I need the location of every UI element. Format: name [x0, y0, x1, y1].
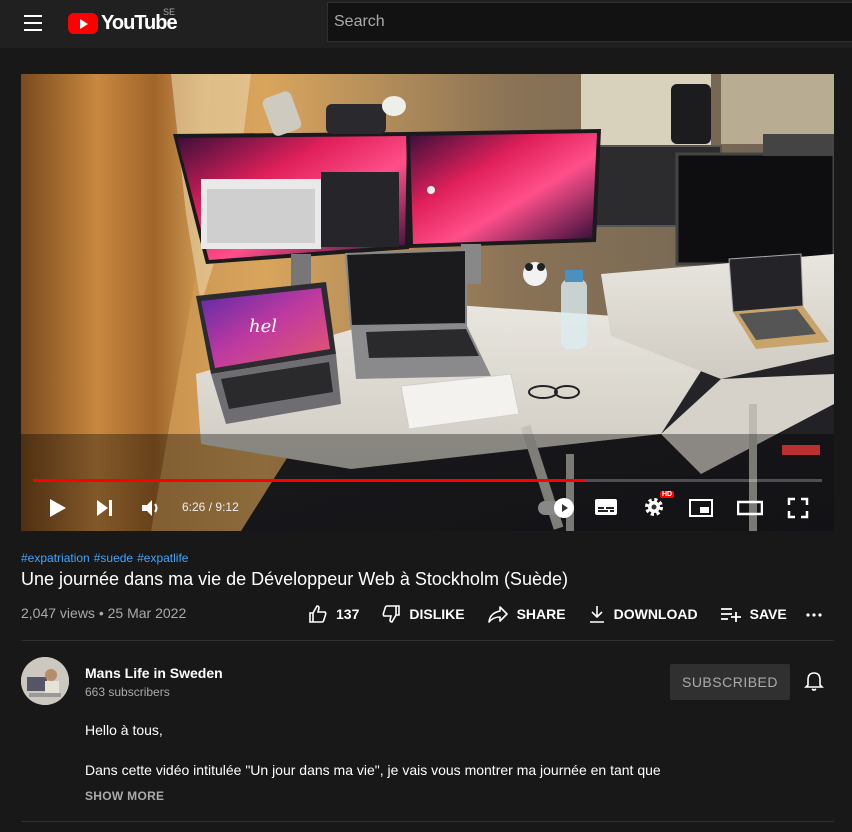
meta-separator: • [98, 605, 104, 621]
laptop-screen-text: hel [249, 316, 277, 337]
download-icon [589, 606, 604, 623]
play-button[interactable] [49, 498, 67, 523]
dislike-label: DISLIKE [409, 606, 465, 622]
channel-avatar[interactable] [21, 657, 69, 705]
like-count: 137 [336, 606, 360, 622]
bell-icon [804, 672, 824, 691]
hashtag-list: #expatriation #suede #expatlife [21, 551, 192, 565]
save-button[interactable]: SAVE [720, 604, 787, 624]
progress-bar-played [33, 479, 585, 482]
video-title: Une journée dans ma vie de Développeur W… [21, 569, 568, 589]
download-label: DOWNLOAD [613, 606, 698, 622]
hashtag-link[interactable]: #expatriation [21, 551, 90, 565]
divider [21, 640, 834, 641]
view-count: 2,047 views [21, 605, 95, 621]
volume-icon [142, 500, 158, 516]
search-input[interactable]: Search [327, 2, 852, 42]
play-icon [50, 499, 66, 517]
settings-button[interactable] [643, 496, 665, 523]
subtitles-button[interactable] [594, 497, 618, 522]
share-label: SHARE [516, 606, 566, 622]
more-horizontal-icon [806, 613, 822, 617]
video-meta: 2,047 views • 25 Mar 2022 [21, 605, 186, 621]
next-icon [97, 500, 112, 516]
theater-mode-button[interactable] [736, 499, 764, 522]
subscriber-count: 663 subscribers [85, 685, 170, 699]
youtube-play-logo-icon [68, 12, 98, 34]
youtube-logo[interactable]: YouTube [68, 10, 178, 36]
save-label: SAVE [749, 606, 787, 622]
thumbs-up-icon [309, 605, 327, 623]
volume-button[interactable] [141, 498, 163, 523]
progress-bar[interactable] [33, 479, 822, 482]
miniplayer-button[interactable] [689, 498, 713, 523]
video-actions: 137 DISLIKE SHARE DOWNLOAD SAVE [308, 602, 809, 626]
publish-date: 25 Mar 2022 [107, 605, 187, 621]
theater-icon [736, 500, 764, 516]
time-current: 6:26 [182, 500, 206, 514]
video-frame: hel [21, 74, 834, 531]
description-line: Dans cette vidéo intitulée "Un jour dans… [85, 762, 661, 778]
divider [21, 821, 834, 822]
country-code: SE [163, 7, 176, 17]
like-button[interactable]: 137 [308, 604, 359, 624]
notification-bell-button[interactable] [803, 670, 825, 697]
time-display: 6:26 / 9:12 [182, 500, 239, 514]
fullscreen-button[interactable] [787, 497, 809, 524]
avatar-image [21, 657, 69, 705]
share-button[interactable]: SHARE [487, 604, 566, 624]
autoplay-toggle[interactable] [538, 498, 574, 518]
download-button[interactable]: DOWNLOAD [588, 604, 698, 624]
thumbs-down-icon [382, 605, 401, 623]
playlist-add-icon [720, 608, 741, 622]
top-bar: YouTube SE Search [0, 0, 852, 48]
hashtag-link[interactable]: #suede [94, 551, 133, 565]
fullscreen-icon [787, 497, 809, 519]
time-total: 9:12 [215, 500, 239, 514]
time-separator: / [208, 500, 213, 514]
miniplayer-icon [689, 499, 713, 517]
gear-icon [645, 498, 663, 516]
player-controls: 6:26 / 9:12 HD [21, 486, 834, 531]
more-actions-button[interactable] [805, 605, 823, 628]
subtitles-icon [595, 499, 617, 515]
video-player[interactable]: hel 6:26 / 9:12 HD [21, 74, 834, 531]
subscribed-button[interactable]: SUBSCRIBED [670, 664, 790, 700]
description-line: Hello à tous, [85, 722, 163, 738]
hashtag-link[interactable]: #expatlife [137, 551, 188, 565]
dislike-button[interactable]: DISLIKE [381, 604, 465, 624]
next-button[interactable] [96, 499, 114, 522]
show-more-button[interactable]: SHOW MORE [85, 789, 164, 803]
share-icon [487, 606, 508, 623]
hamburger-menu-icon[interactable] [22, 12, 44, 34]
channel-name[interactable]: Mans Life in Sweden [85, 665, 223, 681]
search-placeholder: Search [334, 13, 385, 30]
hd-badge: HD [660, 491, 675, 498]
